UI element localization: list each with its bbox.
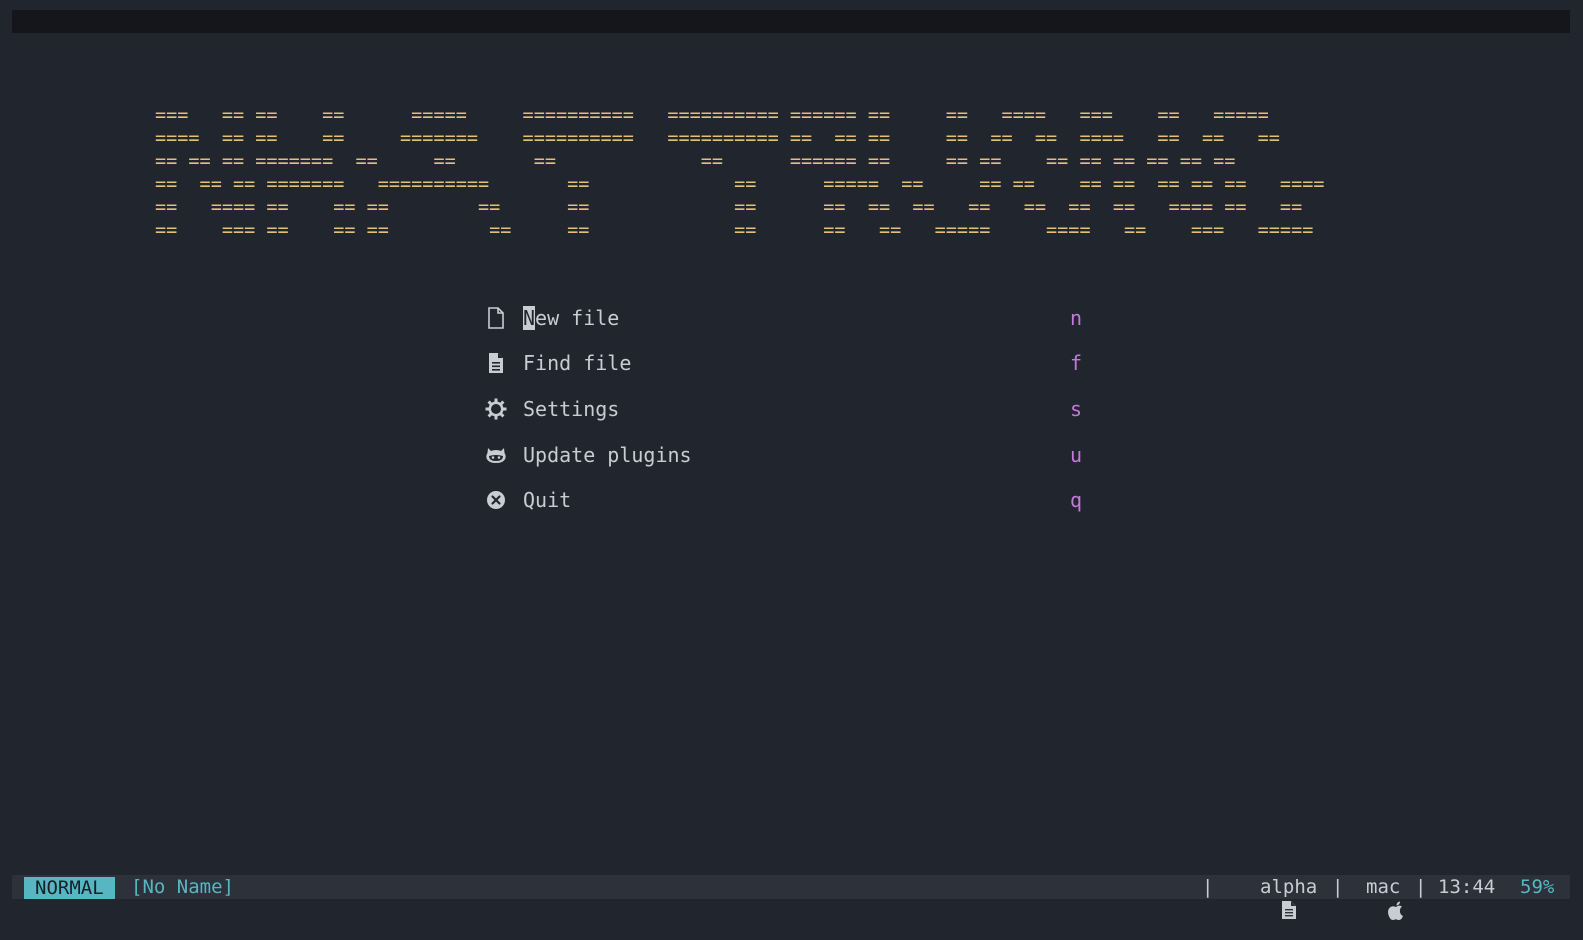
github-icon [485,444,507,466]
quit-icon [485,489,507,511]
banner-line: == == == ======= ========== == == ===== … [155,174,1325,195]
cursor: N [523,306,536,330]
menu-item-shortcut: u [1070,443,1083,467]
banner-line: == === == == == == == == == == ===== ===… [155,220,1314,241]
settings-icon [485,398,507,420]
menu-item-find-file[interactable]: Find file f [485,348,1095,378]
menu-item-shortcut: n [1070,306,1083,330]
menu-item-label: New file [523,306,620,330]
menu-item-new-file[interactable]: New file n [485,303,1095,333]
statusline-separator: | [1415,876,1427,898]
banner-line: === == == == ===== ========== ==========… [155,105,1269,126]
tabline [12,10,1570,33]
statusline-separator: | [1202,876,1214,898]
banner-line: ==== == == == ======= ========== =======… [155,128,1280,149]
ascii-banner: === == == == ===== ========== ==========… [155,104,1324,242]
menu-item-label: Update plugins [523,443,692,467]
scroll-percent: 59% [1520,876,1555,898]
menu-item-label: Find file [523,351,632,375]
menu-item-label: Settings [523,397,620,421]
buffer-name: [No Name] [131,876,234,898]
mode-indicator: NORMAL [24,877,115,899]
filetype-label: alpha [1260,876,1318,898]
clock: 13:44 [1438,876,1496,898]
menu-item-shortcut: s [1070,397,1083,421]
banner-line: == == == ======= == == == == ====== == =… [155,151,1236,172]
new-file-icon [485,307,507,329]
menu-item-settings[interactable]: Settings s [485,394,1095,424]
statusline: NORMAL [No Name] | alpha | mac | 13:44 5… [12,875,1570,920]
os-label: mac [1366,876,1401,898]
find-file-icon [485,352,507,374]
menu-item-update-plugins[interactable]: Update plugins u [485,440,1095,470]
banner-line: == ==== == == == == == == == == == == ==… [155,197,1303,218]
menu-item-label: Quit [523,488,572,512]
menu-item-shortcut: q [1070,488,1083,512]
menu-item-shortcut: f [1070,351,1083,375]
menu-item-quit[interactable]: Quit q [485,485,1095,515]
